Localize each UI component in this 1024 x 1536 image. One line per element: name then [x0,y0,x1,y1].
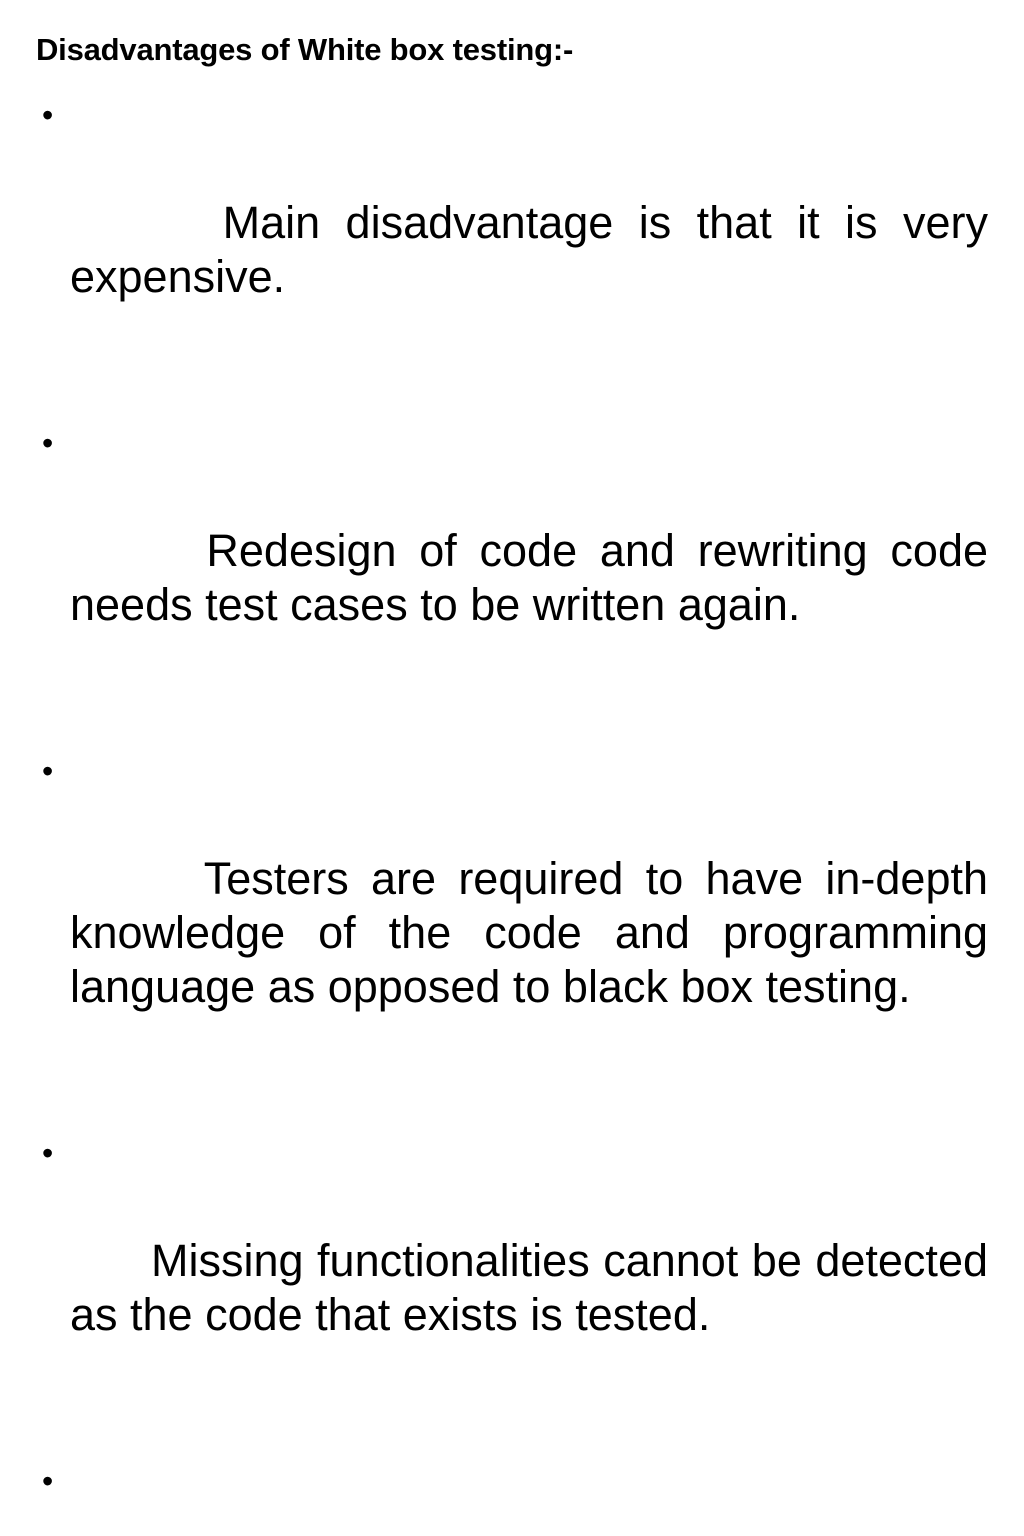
list-item: • Testers are required to have in-depth … [36,744,988,1122]
bullet-point-icon: • [42,1463,54,1499]
bullet-point-icon: • [42,97,54,133]
slide-canvas: Disadvantages of White box testing:- • M… [0,0,1024,1499]
list-item: • Main disadvantage is that it is very e… [36,88,988,412]
list-item: • Missing functionalities cannot be dete… [36,1126,988,1450]
bullet-list: • Main disadvantage is that it is very e… [36,88,988,1536]
list-item-text: Missing functionalities cannot be detect… [70,1235,1001,1340]
list-item-text: Redesign of code and rewriting code need… [70,525,1001,630]
page-title: Disadvantages of White box testing:- [36,32,574,67]
bullet-point-icon: • [42,425,54,461]
bullet-point-icon: • [42,753,54,789]
list-item: • Redesign of code and rewriting code ne… [36,416,988,740]
list-item: • Very complex and at times not realisti… [36,1454,988,1536]
bullet-point-icon: • [42,1135,54,1171]
list-item-text: Main disadvantage is that it is very exp… [70,197,1001,302]
list-item-text: Testers are required to have in-depth kn… [70,853,1001,1012]
